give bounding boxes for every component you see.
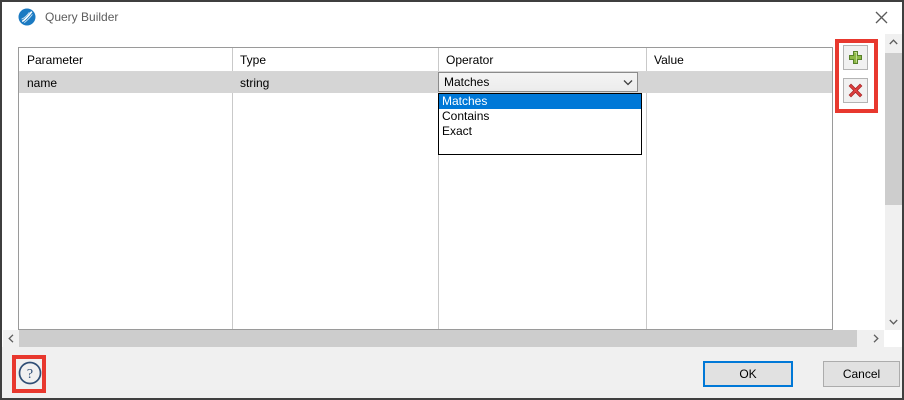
dropdown-option-contains[interactable]: Contains: [439, 109, 641, 124]
ok-button[interactable]: OK: [703, 361, 793, 387]
column-header-value[interactable]: Value: [646, 53, 832, 67]
cell-parameter[interactable]: name: [19, 76, 232, 90]
window-title: Query Builder: [45, 10, 118, 24]
query-table: Parameter Type Operator Value name strin…: [18, 47, 833, 330]
column-header-parameter[interactable]: Parameter: [19, 53, 232, 67]
question-mark-icon: ?: [18, 361, 42, 385]
scroll-down-icon[interactable]: [885, 314, 902, 330]
operator-select[interactable]: Matches: [438, 72, 638, 92]
add-row-button[interactable]: [843, 45, 868, 70]
column-header-type[interactable]: Type: [232, 53, 438, 67]
vertical-scrollbar[interactable]: [885, 34, 902, 330]
scroll-up-icon[interactable]: [885, 34, 902, 50]
table-row[interactable]: name string: [19, 72, 832, 93]
cancel-button[interactable]: Cancel: [823, 361, 900, 387]
operator-dropdown-list: Matches Contains Exact: [438, 93, 642, 155]
close-icon[interactable]: [872, 8, 890, 26]
help-button[interactable]: ?: [17, 360, 42, 385]
vertical-scroll-thumb[interactable]: [885, 53, 902, 205]
column-header-operator[interactable]: Operator: [438, 53, 646, 67]
cell-type[interactable]: string: [232, 76, 438, 90]
table-header-row: Parameter Type Operator Value: [19, 48, 832, 72]
app-logo-icon: [18, 8, 36, 26]
title-bar: Query Builder: [2, 2, 902, 32]
scroll-left-icon[interactable]: [3, 330, 19, 347]
red-x-icon: [848, 83, 863, 98]
operator-select-value: Matches: [444, 75, 489, 89]
green-plus-icon: [848, 50, 863, 65]
svg-text:?: ?: [26, 367, 32, 382]
scroll-right-icon[interactable]: [868, 330, 884, 347]
query-builder-dialog: Query Builder Parameter Type Operator Va…: [0, 0, 904, 400]
horizontal-scroll-thumb[interactable]: [19, 330, 857, 347]
dropdown-option-matches[interactable]: Matches: [439, 94, 641, 109]
horizontal-scrollbar[interactable]: [3, 330, 884, 347]
chevron-down-icon: [623, 78, 633, 87]
vertical-scroll-track[interactable]: [885, 205, 902, 314]
horizontal-scroll-track[interactable]: [857, 330, 868, 347]
dropdown-option-exact[interactable]: Exact: [439, 124, 641, 139]
delete-row-button[interactable]: [843, 78, 868, 103]
